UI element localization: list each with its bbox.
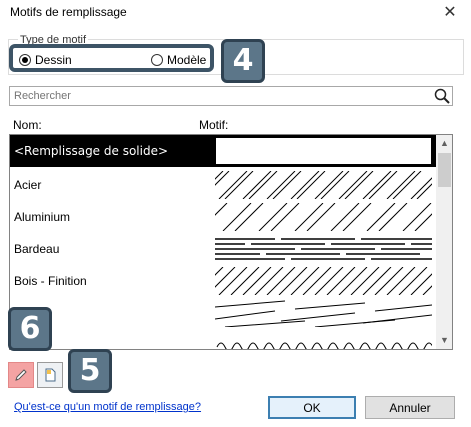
list-item[interactable]: [10, 329, 436, 349]
search-icon[interactable]: [433, 87, 451, 105]
pattern-name: Bardeau: [14, 242, 60, 256]
scroll-down-arrow-icon[interactable]: ▼: [436, 332, 452, 349]
pencil-icon: [15, 369, 27, 381]
scroll-thumb[interactable]: [438, 153, 451, 187]
column-header-name: Nom:: [13, 118, 42, 132]
title-bar: Motifs de remplissage ✕: [0, 0, 471, 28]
close-button[interactable]: ✕: [439, 2, 461, 24]
ok-button[interactable]: OK: [268, 396, 356, 419]
new-pattern-button[interactable]: [37, 362, 63, 388]
radio-dessin[interactable]: Dessin: [19, 53, 72, 67]
pattern-list[interactable]: <Remplissage de solide> Acier Aluminium: [9, 134, 453, 350]
list-item[interactable]: Bardeau: [10, 233, 436, 265]
edit-pattern-button[interactable]: [8, 362, 34, 388]
radio-modele-label: Modèle: [167, 53, 207, 67]
scroll-up-arrow-icon[interactable]: ▲: [436, 135, 452, 152]
radio-dessin-label: Dessin: [35, 53, 72, 67]
pattern-preview-curl: [215, 331, 432, 349]
list-scrollbar[interactable]: ▲ ▼: [436, 135, 452, 349]
pattern-preview-aluminium: [215, 203, 432, 231]
list-item[interactable]: [10, 297, 436, 329]
callout-badge-5: 5: [68, 349, 112, 393]
list-item[interactable]: Acier: [10, 169, 436, 201]
radio-modele[interactable]: Modèle: [151, 53, 206, 67]
callout-badge-6: 6: [8, 307, 52, 351]
window-title: Motifs de remplissage: [10, 5, 127, 19]
pattern-name: Aluminium: [14, 210, 71, 224]
pattern-preview-steel: [215, 171, 432, 199]
pattern-name: Acier: [14, 178, 42, 192]
new-pattern-icon: [45, 368, 56, 382]
column-header-pattern: Motif:: [199, 118, 229, 132]
help-link[interactable]: Qu'est-ce qu'un motif de remplissage?: [14, 401, 201, 413]
list-item[interactable]: Aluminium: [10, 201, 436, 233]
pattern-name: Bois - Finition: [14, 274, 87, 288]
callout-badge-4: 4: [221, 39, 265, 83]
pattern-name: <Remplissage de solide>: [14, 144, 169, 158]
pattern-preview-wood-grain: [215, 299, 432, 327]
list-item[interactable]: <Remplissage de solide>: [10, 135, 436, 167]
cancel-button[interactable]: Annuler: [365, 396, 455, 419]
list-item[interactable]: Bois - Finition: [10, 265, 436, 297]
pattern-preview-wood-finish: [215, 267, 432, 295]
pattern-preview-shingle: [215, 235, 432, 263]
pattern-preview-solid: [215, 137, 432, 165]
search-input[interactable]: [9, 86, 453, 106]
radio-dessin-indicator[interactable]: [19, 54, 31, 66]
radio-modele-indicator[interactable]: [151, 54, 163, 66]
